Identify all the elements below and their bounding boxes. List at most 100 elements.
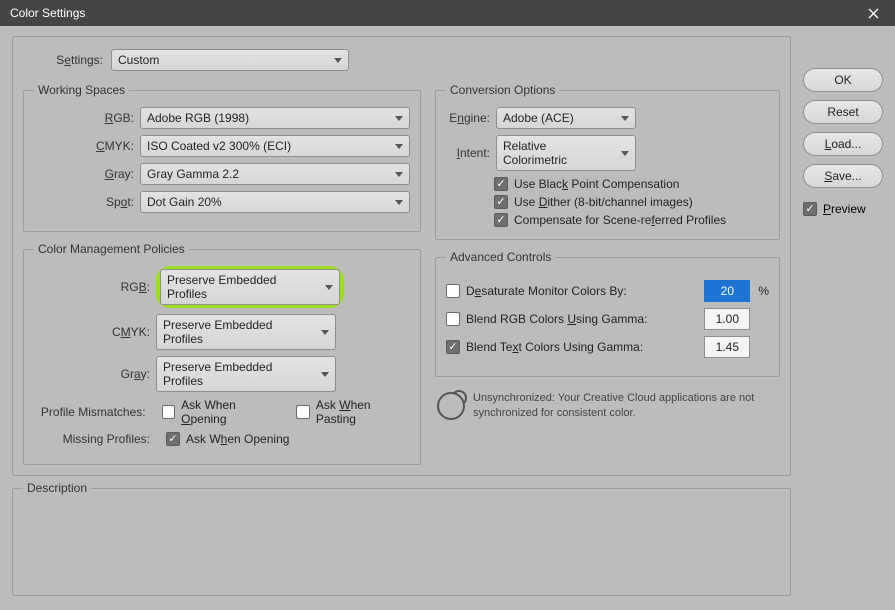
working-spaces-legend: Working Spaces xyxy=(34,83,129,97)
scene-checkbox[interactable] xyxy=(494,213,508,227)
chevron-down-icon xyxy=(321,330,329,335)
intent-select[interactable]: Relative Colorimetric xyxy=(496,135,636,171)
sync-status-row: Unsynchronized: Your Creative Cloud appl… xyxy=(435,387,780,423)
conversion-legend: Conversion Options xyxy=(446,83,559,97)
close-icon xyxy=(868,8,879,19)
ws-cmyk-label: CMYK: xyxy=(34,139,134,153)
dither-row[interactable]: Use Dither (8-bit/channel images) xyxy=(494,195,769,209)
desat-pct: % xyxy=(758,284,769,298)
engine-value: Adobe (ACE) xyxy=(503,111,574,125)
pol-cmyk-select[interactable]: Preserve Embedded Profiles xyxy=(156,314,336,350)
pol-rgb-select[interactable]: Preserve Embedded Profiles xyxy=(160,269,340,305)
unsynchronized-icon xyxy=(437,392,465,420)
load-button[interactable]: Load... xyxy=(803,132,883,156)
blend-rgb-label: Blend RGB Colors Using Gamma: xyxy=(466,312,647,326)
ws-rgb-label: RGB: xyxy=(34,111,134,125)
dither-label: Use Dither (8-bit/channel images) xyxy=(514,195,693,209)
reset-button[interactable]: Reset xyxy=(803,100,883,124)
engine-select[interactable]: Adobe (ACE) xyxy=(496,107,636,129)
pol-cmyk-label: CMYK: xyxy=(34,325,150,339)
bpc-label: Use Black Point Compensation xyxy=(514,177,679,191)
dither-checkbox[interactable] xyxy=(494,195,508,209)
blend-rgb-checkbox[interactable] xyxy=(446,312,460,326)
missing-open-row[interactable]: Ask When Opening xyxy=(166,432,289,446)
chevron-down-icon xyxy=(334,58,342,63)
ws-spot-value: Dot Gain 20% xyxy=(147,195,222,209)
description-legend: Description xyxy=(23,481,91,495)
ws-gray-select[interactable]: Gray Gamma 2.2 xyxy=(140,163,410,185)
missing-open-checkbox[interactable] xyxy=(166,432,180,446)
main-panel: Settings: Custom Working Spaces RGB: Ado… xyxy=(12,36,791,476)
chevron-down-icon xyxy=(395,116,403,121)
desat-row[interactable]: Desaturate Monitor Colors By: xyxy=(446,284,696,298)
settings-value: Custom xyxy=(118,53,159,67)
pol-cmyk-value: Preserve Embedded Profiles xyxy=(163,318,309,346)
mismatch-paste-label: Ask When Pasting xyxy=(316,398,410,426)
ws-cmyk-select[interactable]: ISO Coated v2 300% (ECI) xyxy=(140,135,410,157)
ws-gray-value: Gray Gamma 2.2 xyxy=(147,167,239,181)
pol-rgb-label: RGB: xyxy=(34,280,150,294)
sync-status-text: Unsynchronized: Your Creative Cloud appl… xyxy=(473,391,778,421)
engine-label: Engine: xyxy=(446,111,490,125)
right-column: Conversion Options Engine: Adobe (ACE) I… xyxy=(435,83,780,465)
ws-rgb-value: Adobe RGB (1998) xyxy=(147,111,249,125)
ws-gray-label: Gray: xyxy=(34,167,134,181)
close-button[interactable] xyxy=(851,0,895,26)
desat-label: Desaturate Monitor Colors By: xyxy=(466,284,627,298)
preview-label: Preview xyxy=(823,202,866,216)
pol-gray-label: Gray: xyxy=(34,367,150,381)
ws-spot-select[interactable]: Dot Gain 20% xyxy=(140,191,410,213)
mismatch-open-row[interactable]: Ask When Opening xyxy=(162,398,281,426)
missing-profiles-label: Missing Profiles: xyxy=(34,432,150,446)
bpc-row[interactable]: Use Black Point Compensation xyxy=(494,177,769,191)
pol-rgb-value: Preserve Embedded Profiles xyxy=(167,273,313,301)
blend-text-row[interactable]: Blend Text Colors Using Gamma: xyxy=(446,340,696,354)
bpc-checkbox[interactable] xyxy=(494,177,508,191)
left-column: Working Spaces RGB: Adobe RGB (1998) CMY… xyxy=(23,83,421,465)
preview-row[interactable]: Preview xyxy=(803,202,883,216)
ws-cmyk-value: ISO Coated v2 300% (ECI) xyxy=(147,139,291,153)
policies-legend: Color Management Policies xyxy=(34,242,189,256)
preview-checkbox[interactable] xyxy=(803,202,817,216)
columns: Working Spaces RGB: Adobe RGB (1998) CMY… xyxy=(23,83,780,465)
blend-rgb-input[interactable] xyxy=(704,308,750,330)
blend-text-checkbox[interactable] xyxy=(446,340,460,354)
desat-input[interactable] xyxy=(704,280,750,302)
ws-spot-label: Spot: xyxy=(34,195,134,209)
dialog-title: Color Settings xyxy=(10,6,85,20)
highlight-marker: Preserve Embedded Profiles xyxy=(156,266,344,308)
chevron-down-icon xyxy=(621,116,629,121)
chevron-down-icon xyxy=(395,144,403,149)
mismatch-paste-checkbox[interactable] xyxy=(296,405,310,419)
chevron-down-icon xyxy=(325,285,333,290)
policies-group: Color Management Policies RGB: Preserve … xyxy=(23,242,421,465)
save-button[interactable]: Save... xyxy=(803,164,883,188)
chevron-down-icon xyxy=(395,200,403,205)
mismatch-open-checkbox[interactable] xyxy=(162,405,176,419)
advanced-legend: Advanced Controls xyxy=(446,250,555,264)
description-panel: Description xyxy=(12,488,791,596)
mismatch-open-label: Ask When Opening xyxy=(181,398,280,426)
profile-mismatches-label: Profile Mismatches: xyxy=(34,405,146,419)
scene-label: Compensate for Scene-referred Profiles xyxy=(514,213,726,227)
ok-button[interactable]: OK xyxy=(803,68,883,92)
blend-text-input[interactable] xyxy=(704,336,750,358)
main-column: Settings: Custom Working Spaces RGB: Ado… xyxy=(12,36,791,596)
pol-gray-select[interactable]: Preserve Embedded Profiles xyxy=(156,356,336,392)
advanced-group: Advanced Controls Desaturate Monitor Col… xyxy=(435,250,780,377)
desat-checkbox[interactable] xyxy=(446,284,460,298)
blend-text-label: Blend Text Colors Using Gamma: xyxy=(466,340,643,354)
chevron-down-icon xyxy=(321,372,329,377)
blend-rgb-row[interactable]: Blend RGB Colors Using Gamma: xyxy=(446,312,696,326)
missing-open-label: Ask When Opening xyxy=(186,432,289,446)
settings-label: Settings: xyxy=(47,53,103,67)
intent-value: Relative Colorimetric xyxy=(503,139,609,167)
scene-row[interactable]: Compensate for Scene-referred Profiles xyxy=(494,213,769,227)
chevron-down-icon xyxy=(395,172,403,177)
settings-select[interactable]: Custom xyxy=(111,49,349,71)
pol-gray-value: Preserve Embedded Profiles xyxy=(163,360,309,388)
dialog-body: Settings: Custom Working Spaces RGB: Ado… xyxy=(0,26,895,610)
working-spaces-group: Working Spaces RGB: Adobe RGB (1998) CMY… xyxy=(23,83,421,232)
mismatch-paste-row[interactable]: Ask When Pasting xyxy=(296,398,410,426)
ws-rgb-select[interactable]: Adobe RGB (1998) xyxy=(140,107,410,129)
